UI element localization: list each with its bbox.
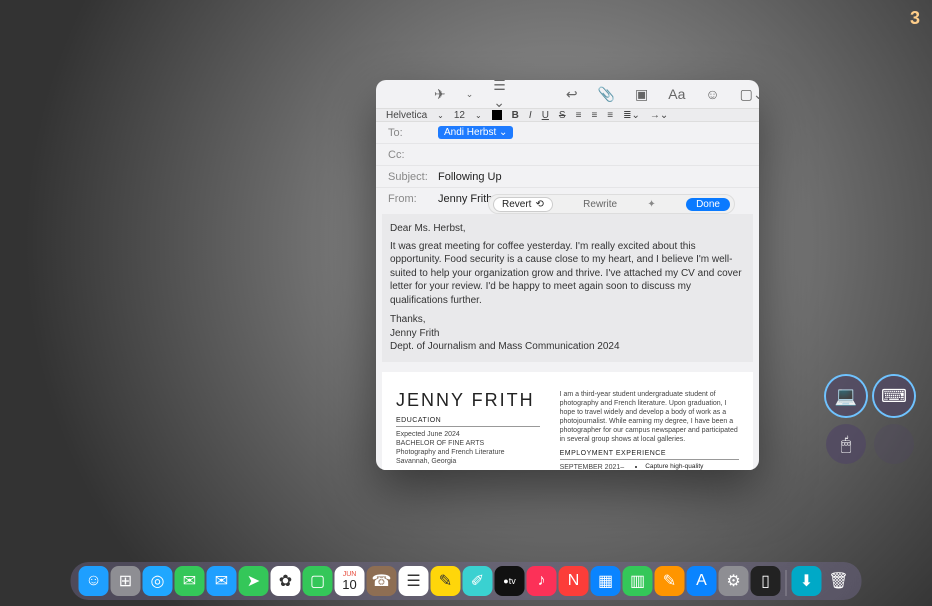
subject-label: Subject: bbox=[388, 171, 438, 183]
color-picker[interactable] bbox=[492, 110, 502, 120]
dock-reminders[interactable]: ☰ bbox=[399, 566, 429, 596]
underline-button[interactable]: U bbox=[542, 110, 549, 121]
dock-keynote[interactable]: ▦ bbox=[591, 566, 621, 596]
laptop-icon[interactable]: 💻 bbox=[826, 376, 866, 416]
cc-field[interactable] bbox=[438, 149, 747, 161]
to-label: To: bbox=[388, 127, 438, 139]
dock-finder[interactable]: ☺ bbox=[79, 566, 109, 596]
dock-photos[interactable]: ✿ bbox=[271, 566, 301, 596]
dock-launchpad[interactable]: ⊞ bbox=[111, 566, 141, 596]
dock-downloads[interactable]: ⬇ bbox=[792, 566, 822, 596]
send-icon[interactable]: ✈ bbox=[434, 86, 446, 103]
align-center-icon[interactable]: ≡ bbox=[591, 110, 597, 121]
photos-widget[interactable] bbox=[0, 24, 205, 224]
list-icon[interactable]: ≣⌄ bbox=[623, 110, 640, 121]
attachment-preview[interactable]: JENNY FRITH EDUCATION Expected June 2024… bbox=[382, 372, 753, 470]
resume-name: JENNY FRITH bbox=[396, 390, 540, 411]
align-left-icon[interactable]: ≡ bbox=[576, 110, 582, 121]
attach-icon[interactable]: 📎 bbox=[598, 86, 615, 103]
resume-summary: I am a third-year student undergraduate … bbox=[560, 390, 739, 445]
rewrite-bar: Revert ⟲ Rewrite ✦ Done bbox=[488, 194, 735, 214]
dock-mail[interactable]: ✉ bbox=[207, 566, 237, 596]
dock-settings[interactable]: ⚙ bbox=[719, 566, 749, 596]
dock-facetime[interactable]: ▢ bbox=[303, 566, 333, 596]
to-recipient[interactable]: Andi Herbst ⌄ bbox=[438, 126, 513, 139]
accessory-buttons: 💻 ⌨ 🖱 bbox=[826, 376, 914, 464]
strike-button[interactable]: S bbox=[559, 110, 566, 121]
compose-window: ✈ ⌄ ☰ ⌄ ↩ 📎 ▣ Aa ☺ ▢⌄ Helvetica⌄ 12⌄ B I… bbox=[376, 80, 759, 470]
dock-freeform[interactable]: ✐ bbox=[463, 566, 493, 596]
done-button[interactable]: Done bbox=[686, 198, 730, 211]
dock-music[interactable]: ♪ bbox=[527, 566, 557, 596]
tips-badge: 3 bbox=[910, 8, 920, 29]
emoji-icon[interactable]: ☺ bbox=[705, 86, 719, 102]
italic-button[interactable]: I bbox=[529, 110, 532, 121]
header-fields-icon[interactable]: ☰ ⌄ bbox=[493, 80, 506, 111]
dock-maps[interactable]: ➤ bbox=[239, 566, 269, 596]
dock-news[interactable]: N bbox=[559, 566, 589, 596]
bold-button[interactable]: B bbox=[512, 110, 519, 121]
photo-icon[interactable]: ▣ bbox=[635, 86, 648, 103]
indent-icon[interactable]: →⌄ bbox=[650, 110, 668, 121]
dock-safari[interactable]: ◎ bbox=[143, 566, 173, 596]
chevron-down-icon[interactable]: ⌄ bbox=[466, 89, 474, 100]
align-right-icon[interactable]: ≡ bbox=[607, 110, 613, 121]
dock-messages[interactable]: ✉ bbox=[175, 566, 205, 596]
font-size[interactable]: 12 bbox=[454, 110, 465, 121]
revert-icon: ⟲ bbox=[535, 199, 543, 210]
dock-tv[interactable]: ●tv bbox=[495, 566, 525, 596]
dock-calendar[interactable]: JUN10 bbox=[335, 566, 365, 596]
dock-appstore[interactable]: A bbox=[687, 566, 717, 596]
empty-accessory[interactable] bbox=[874, 424, 914, 464]
subject-field[interactable]: Following Up bbox=[438, 171, 502, 183]
revert-button[interactable]: Revert ⟲ bbox=[493, 197, 553, 212]
dock: ☺⊞◎✉✉➤✿▢JUN10☎☰✎✐●tv♪N▦▥✎A⚙▯ ⬇🗑 bbox=[71, 562, 862, 600]
dock-notes[interactable]: ✎ bbox=[431, 566, 461, 596]
dock-contacts[interactable]: ☎ bbox=[367, 566, 397, 596]
dock-separator bbox=[786, 570, 787, 596]
message-body[interactable]: Dear Ms. Herbst, It was great meeting fo… bbox=[382, 214, 753, 362]
dock-iphone[interactable]: ▯ bbox=[751, 566, 781, 596]
cc-label: Cc: bbox=[388, 149, 438, 161]
dock-pages[interactable]: ✎ bbox=[655, 566, 685, 596]
sparkle-icon[interactable]: ✦ bbox=[647, 199, 655, 210]
format-bar: Helvetica⌄ 12⌄ B I U S ≡ ≡ ≡ ≣⌄ →⌄ bbox=[376, 108, 759, 122]
rewrite-label: Rewrite bbox=[583, 199, 617, 210]
keyboard-icon[interactable]: ⌨ bbox=[874, 376, 914, 416]
mouse-icon[interactable]: 🖱 bbox=[826, 424, 866, 464]
markup-icon[interactable]: ▢⌄ bbox=[740, 86, 759, 103]
font-picker[interactable]: Helvetica bbox=[386, 110, 427, 121]
reply-icon[interactable]: ↩ bbox=[566, 86, 578, 103]
dock-trash[interactable]: 🗑 bbox=[824, 566, 854, 596]
format-icon[interactable]: Aa bbox=[668, 86, 685, 102]
dock-numbers[interactable]: ▥ bbox=[623, 566, 653, 596]
from-label: From: bbox=[388, 193, 438, 205]
compose-titlebar[interactable]: ✈ ⌄ ☰ ⌄ ↩ 📎 ▣ Aa ☺ ▢⌄ bbox=[376, 80, 759, 108]
from-field[interactable]: Jenny Frith bbox=[438, 193, 492, 205]
